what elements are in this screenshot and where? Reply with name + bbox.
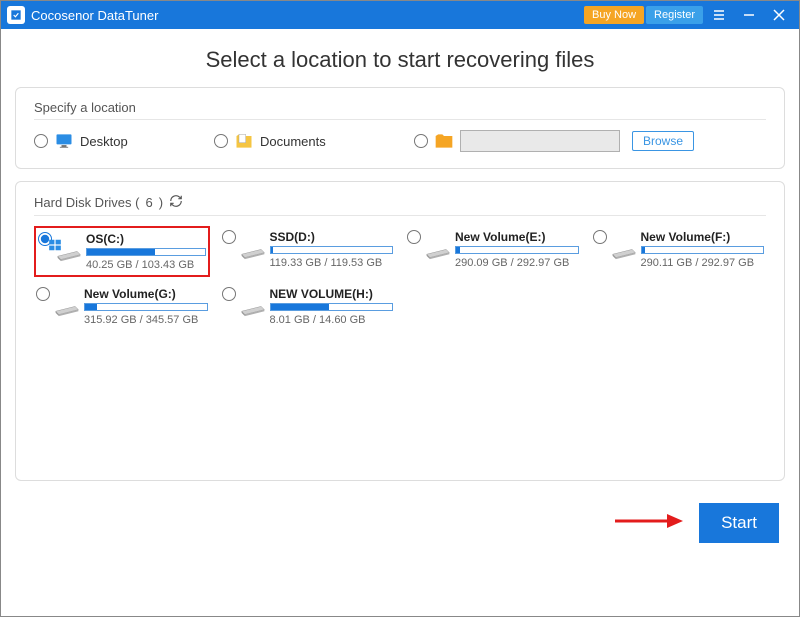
- browse-button[interactable]: Browse: [632, 131, 694, 151]
- drive-radio[interactable]: [407, 230, 421, 244]
- drive-usage-bar: [270, 303, 394, 311]
- drive-radio[interactable]: [36, 287, 50, 301]
- drive-item[interactable]: New Volume(F:) 290.11 GB / 292.97 GB: [591, 226, 767, 277]
- refresh-icon[interactable]: [169, 194, 183, 211]
- titlebar: Cocosenor DataTuner Buy Now Register: [1, 1, 799, 29]
- drives-panel: Hard Disk Drives ( 6 ) OS(C:) 40.25 GB / …: [15, 181, 785, 481]
- arrow-annotation-icon: [613, 511, 683, 536]
- register-button[interactable]: Register: [646, 6, 703, 24]
- start-button[interactable]: Start: [699, 503, 779, 543]
- documents-label: Documents: [260, 134, 326, 149]
- folder-icon: [434, 131, 454, 151]
- drive-usage-bar: [270, 246, 394, 254]
- drive-item[interactable]: SSD(D:) 119.33 GB / 119.53 GB: [220, 226, 396, 277]
- location-custom[interactable]: Browse: [414, 130, 766, 152]
- drive-name: OS(C:): [86, 232, 206, 246]
- buy-now-button[interactable]: Buy Now: [584, 6, 644, 24]
- documents-radio[interactable]: [214, 134, 228, 148]
- drive-name: New Volume(E:): [455, 230, 579, 244]
- hard-drive-icon: [611, 240, 637, 262]
- location-row: Desktop Documents Browse: [34, 130, 766, 152]
- location-panel-title: Specify a location: [34, 100, 766, 120]
- drive-item[interactable]: NEW VOLUME(H:) 8.01 GB / 14.60 GB: [220, 283, 396, 330]
- app-logo-icon: [7, 6, 25, 24]
- hard-drive-icon: [240, 297, 266, 319]
- drive-radio[interactable]: [222, 287, 236, 301]
- drive-usage-bar: [455, 246, 579, 254]
- drive-item[interactable]: New Volume(G:) 315.92 GB / 345.57 GB: [34, 283, 210, 330]
- app-title: Cocosenor DataTuner: [31, 8, 584, 23]
- drive-radio[interactable]: [222, 230, 236, 244]
- drive-radio[interactable]: [593, 230, 607, 244]
- custom-radio[interactable]: [414, 134, 428, 148]
- drive-name: SSD(D:): [270, 230, 394, 244]
- drive-item[interactable]: OS(C:) 40.25 GB / 103.43 GB: [34, 226, 210, 277]
- windows-os-icon: [48, 238, 62, 252]
- drives-title-prefix: Hard Disk Drives (: [34, 195, 139, 210]
- drive-size: 40.25 GB / 103.43 GB: [86, 259, 206, 271]
- drives-title-suffix: ): [159, 195, 163, 210]
- drive-usage-bar: [86, 248, 206, 256]
- page-title: Select a location to start recovering fi…: [15, 29, 785, 87]
- drive-name: New Volume(G:): [84, 287, 208, 301]
- path-input[interactable]: [460, 130, 620, 152]
- documents-icon: [234, 131, 254, 151]
- drive-size: 290.11 GB / 292.97 GB: [641, 257, 765, 269]
- drive-size: 119.33 GB / 119.53 GB: [270, 257, 394, 269]
- drive-size: 290.09 GB / 292.97 GB: [455, 257, 579, 269]
- content: Select a location to start recovering fi…: [1, 29, 799, 557]
- location-desktop[interactable]: Desktop: [34, 131, 214, 151]
- drive-item[interactable]: New Volume(E:) 290.09 GB / 292.97 GB: [405, 226, 581, 277]
- drives-count: 6: [145, 195, 152, 210]
- hard-drive-icon: [54, 297, 80, 319]
- location-panel: Specify a location Desktop Documents: [15, 87, 785, 169]
- drive-name: NEW VOLUME(H:): [270, 287, 394, 301]
- location-documents[interactable]: Documents: [214, 131, 414, 151]
- hard-drive-icon: [425, 240, 451, 262]
- drives-grid: OS(C:) 40.25 GB / 103.43 GB SSD(D:) 119.33 …: [34, 226, 766, 330]
- drive-size: 315.92 GB / 345.57 GB: [84, 314, 208, 326]
- desktop-icon: [54, 131, 74, 151]
- desktop-radio[interactable]: [34, 134, 48, 148]
- titlebar-buttons: Buy Now Register: [584, 1, 793, 29]
- close-icon[interactable]: [765, 1, 793, 29]
- footer-row: Start: [15, 493, 785, 543]
- desktop-label: Desktop: [80, 134, 128, 149]
- minimize-icon[interactable]: [735, 1, 763, 29]
- drive-usage-bar: [84, 303, 208, 311]
- drive-name: New Volume(F:): [641, 230, 765, 244]
- drives-panel-title: Hard Disk Drives ( 6 ): [34, 194, 766, 216]
- drive-size: 8.01 GB / 14.60 GB: [270, 314, 394, 326]
- hard-drive-icon: [240, 240, 266, 262]
- hard-drive-icon: [56, 242, 82, 264]
- menu-icon[interactable]: [705, 1, 733, 29]
- drive-usage-bar: [641, 246, 765, 254]
